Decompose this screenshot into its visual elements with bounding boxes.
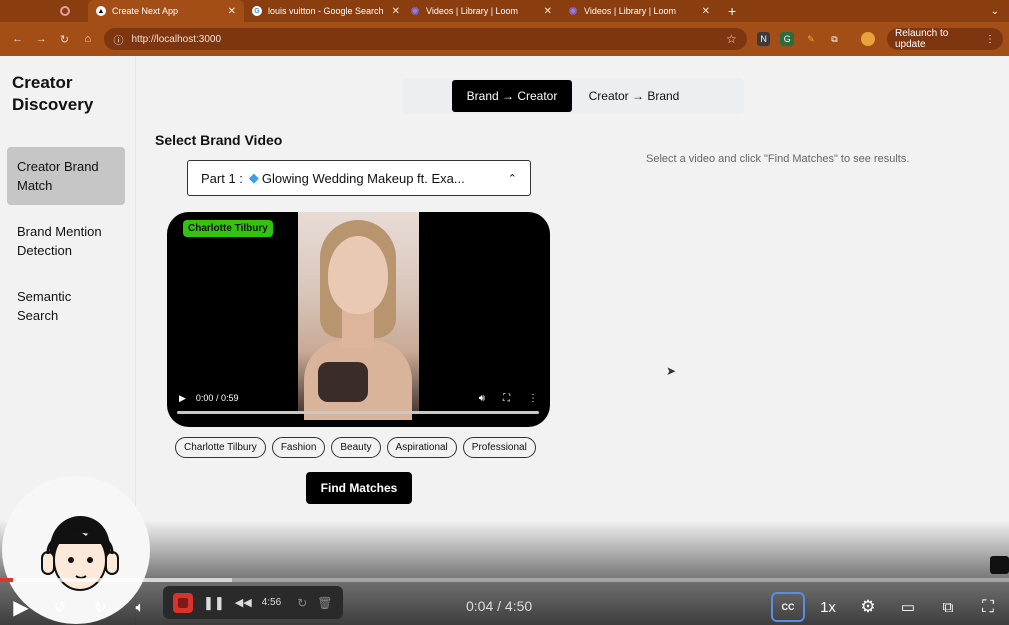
loom-icon: ✺ <box>568 5 578 18</box>
select-prefix: Part 1 : <box>201 170 243 186</box>
more-menu-icon[interactable]: ⋮ <box>985 34 995 45</box>
reload-icon[interactable]: ↻ <box>53 33 76 46</box>
extension-n-icon[interactable]: N <box>756 32 771 46</box>
playback-time: 0:04 / 4:50 <box>466 598 533 614</box>
video-seek-bar[interactable] <box>177 411 539 414</box>
extension-grammarly-icon[interactable]: G <box>780 32 795 46</box>
google-icon: G <box>252 6 262 16</box>
tab-search-chevron-icon[interactable]: ⌄ <box>991 6 1009 17</box>
pause-icon[interactable]: ❚❚ <box>203 595 225 611</box>
extension-pen-icon[interactable]: ✎ <box>804 32 818 46</box>
video-subject-face <box>328 236 388 314</box>
home-icon[interactable]: ⌂ <box>76 33 99 45</box>
chevron-up-icon: ⌃ <box>507 172 517 185</box>
forward-icon[interactable]: → <box>29 33 52 45</box>
fullscreen-icon[interactable]: ⛶ <box>976 594 1000 620</box>
loom-recording-controls: ❚❚ ◀◀ 4:56 ↻ 🗑︎ <box>163 586 343 619</box>
mode-brand-to-creator[interactable]: Brand → Creator <box>452 80 572 112</box>
progress-buffer <box>0 578 233 582</box>
tab-loom-library-1[interactable]: ✺ Videos | Library | Loom ✕ <box>402 0 560 22</box>
tag-chip: Aspirational <box>386 437 457 458</box>
tag-chip: Fashion <box>271 437 326 458</box>
results-hint: Select a video and click "Find Matches" … <box>646 153 910 165</box>
playback-speed[interactable]: 1x <box>816 594 840 620</box>
comment-icon[interactable] <box>990 556 1009 574</box>
mode-toggle: Brand → Creator Creator → Brand <box>402 78 744 114</box>
tab-label: Videos | Library | Loom <box>426 6 519 16</box>
close-tab-icon[interactable]: ✕ <box>694 6 710 17</box>
tab-label: Create Next App <box>112 6 179 16</box>
video-brand-badge: Charlotte Tilbury <box>183 220 273 237</box>
tag-chip: Beauty <box>331 437 381 458</box>
volume-icon[interactable]: 🔊︎ <box>479 393 485 404</box>
brand-video-select[interactable]: Part 1 : ◆ Glowing Wedding Makeup ft. Ex… <box>187 160 531 196</box>
video-subject-neck <box>342 308 374 348</box>
mouse-cursor-icon: ➤ <box>666 364 677 378</box>
skip-back-icon[interactable]: ↺ 5 <box>48 594 72 620</box>
tab-loom-library-2[interactable]: ✺ Videos | Library | Loom ✕ <box>560 0 718 22</box>
bookmark-star-icon[interactable]: ☆ <box>726 32 737 46</box>
browser-tab-bar: ▲ Create Next App ✕ G louis vuitton - Go… <box>0 0 1009 22</box>
stop-recording-icon[interactable] <box>173 592 193 613</box>
video-menu-icon[interactable]: ⋮ <box>528 393 538 404</box>
video-controls: ▶ 0:00 / 0:59 🔊︎ ⛶ ⋮ <box>167 386 550 410</box>
tab-label: louis vuitton - Google Search <box>268 6 384 16</box>
loom-progress-bar[interactable] <box>0 578 1009 582</box>
site-info-icon[interactable]: ⓘ <box>114 32 124 47</box>
tab-label: Videos | Library | Loom <box>584 6 677 16</box>
nextjs-icon: ▲ <box>96 6 106 16</box>
video-frame <box>298 212 419 420</box>
tag-chips: Charlotte Tilbury Fashion Beauty Aspirat… <box>175 437 536 458</box>
tag-chip: Professional <box>462 437 536 458</box>
settings-gear-icon[interactable]: ⚙ <box>856 594 880 620</box>
trash-icon[interactable]: 🗑︎ <box>317 596 332 610</box>
gem-icon: ◆ <box>248 170 259 185</box>
tag-chip: Charlotte Tilbury <box>175 437 266 458</box>
profile-avatar-icon[interactable] <box>861 32 875 46</box>
picture-in-picture-icon[interactable]: ⧉ <box>936 594 960 620</box>
close-tab-icon[interactable]: ✕ <box>220 6 236 17</box>
close-tab-icon[interactable]: ✕ <box>536 6 552 17</box>
tab-recording[interactable] <box>0 0 88 22</box>
video-time: 0:00 / 0:59 <box>195 393 239 403</box>
theater-mode-icon[interactable]: ▭ <box>896 594 920 620</box>
record-icon <box>60 6 70 16</box>
progress-played <box>0 578 14 582</box>
url-text: http://localhost:3000 <box>131 33 222 45</box>
skip-forward-seconds: 5 <box>97 607 101 614</box>
loom-icon: ✺ <box>410 5 420 18</box>
section-title: Select Brand Video <box>155 132 283 148</box>
mode-creator-to-brand[interactable]: Creator → Brand <box>574 80 694 112</box>
app-title: Creator Discovery <box>12 73 94 114</box>
rewind-icon[interactable]: ◀◀ <box>235 596 252 609</box>
skip-back-seconds: 5 <box>57 607 61 614</box>
find-matches-button[interactable]: Find Matches <box>306 472 412 504</box>
sidebar-item-creator-brand-match[interactable]: Creator Brand Match <box>7 147 125 205</box>
tab-google-search[interactable]: G louis vuitton - Google Search ✕ <box>244 0 402 22</box>
relaunch-label: Relaunch to update <box>894 28 949 50</box>
browser-toolbar: ← → ↻ ⌂ ⓘ http://localhost:3000 ☆ N G ✎ … <box>0 22 1009 56</box>
new-tab-icon[interactable]: + <box>718 3 746 19</box>
play-icon[interactable]: ▶ <box>179 393 186 404</box>
sidebar-item-brand-mention-detection[interactable]: Brand Mention Detection <box>7 212 125 270</box>
address-bar[interactable]: ⓘ http://localhost:3000 ☆ <box>103 28 747 50</box>
volume-icon[interactable]: 🔈︎ <box>128 594 152 620</box>
video-player[interactable]: Charlotte Tilbury ▶ 0:00 / 0:59 🔊︎ ⛶ ⋮ <box>167 212 550 427</box>
recording-time: 4:56 <box>261 597 282 608</box>
restart-icon[interactable]: ↻ <box>297 596 307 610</box>
fullscreen-icon[interactable]: ⛶ <box>503 393 510 404</box>
select-value: Glowing Wedding Makeup ft. Exa... <box>261 170 465 186</box>
sidebar-item-semantic-search[interactable]: Semantic Search <box>7 277 125 335</box>
tab-create-next-app[interactable]: ▲ Create Next App ✕ <box>88 0 244 22</box>
captions-icon[interactable]: CC <box>771 592 805 622</box>
extensions-puzzle-icon[interactable]: ⧉ <box>828 32 842 46</box>
loom-play-icon[interactable]: ▶ <box>8 594 34 620</box>
close-tab-icon[interactable]: ✕ <box>384 6 400 17</box>
back-icon[interactable]: ← <box>6 33 29 45</box>
relaunch-button[interactable]: Relaunch to update ⋮ <box>886 28 1004 50</box>
skip-forward-icon[interactable]: ↻ 5 <box>88 594 112 620</box>
